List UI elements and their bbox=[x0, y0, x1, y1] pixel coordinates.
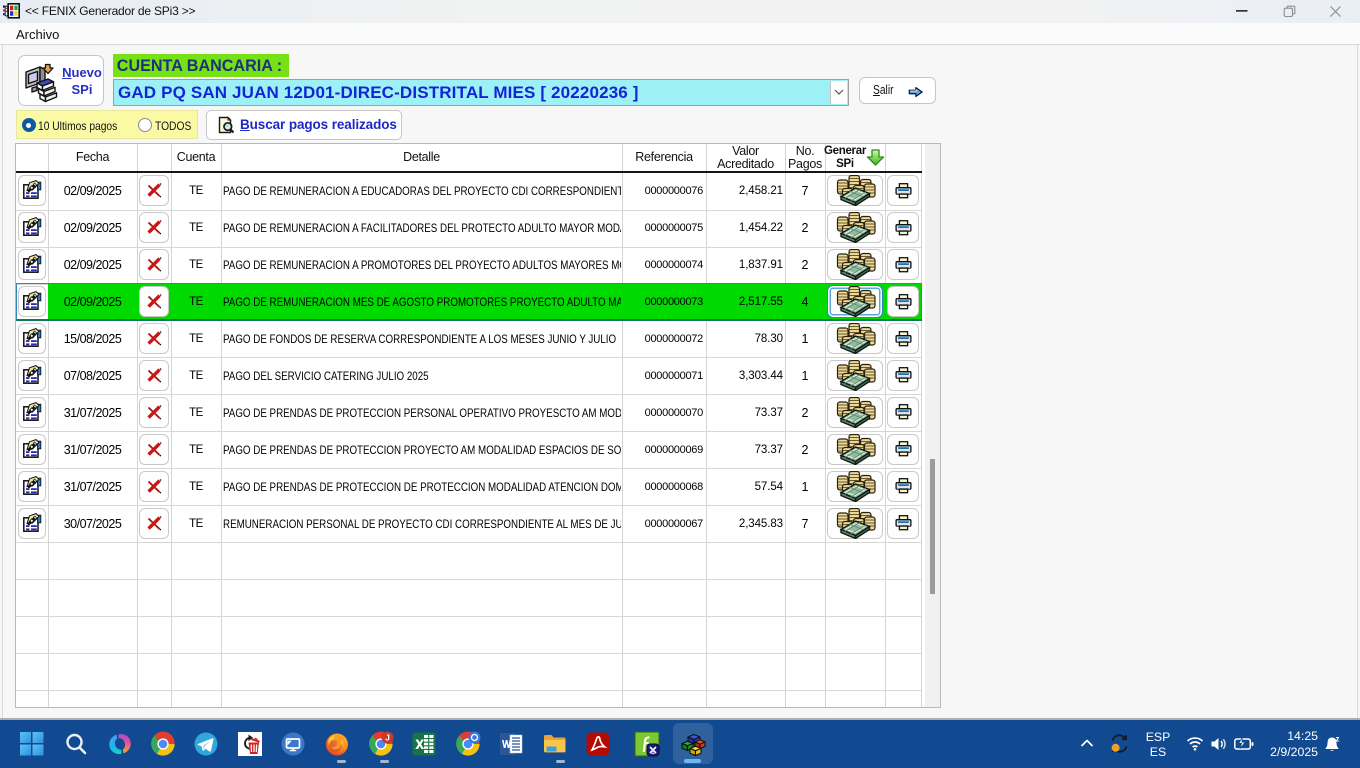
svg-text:z: z bbox=[1336, 735, 1340, 744]
svg-text:J: J bbox=[385, 733, 390, 743]
